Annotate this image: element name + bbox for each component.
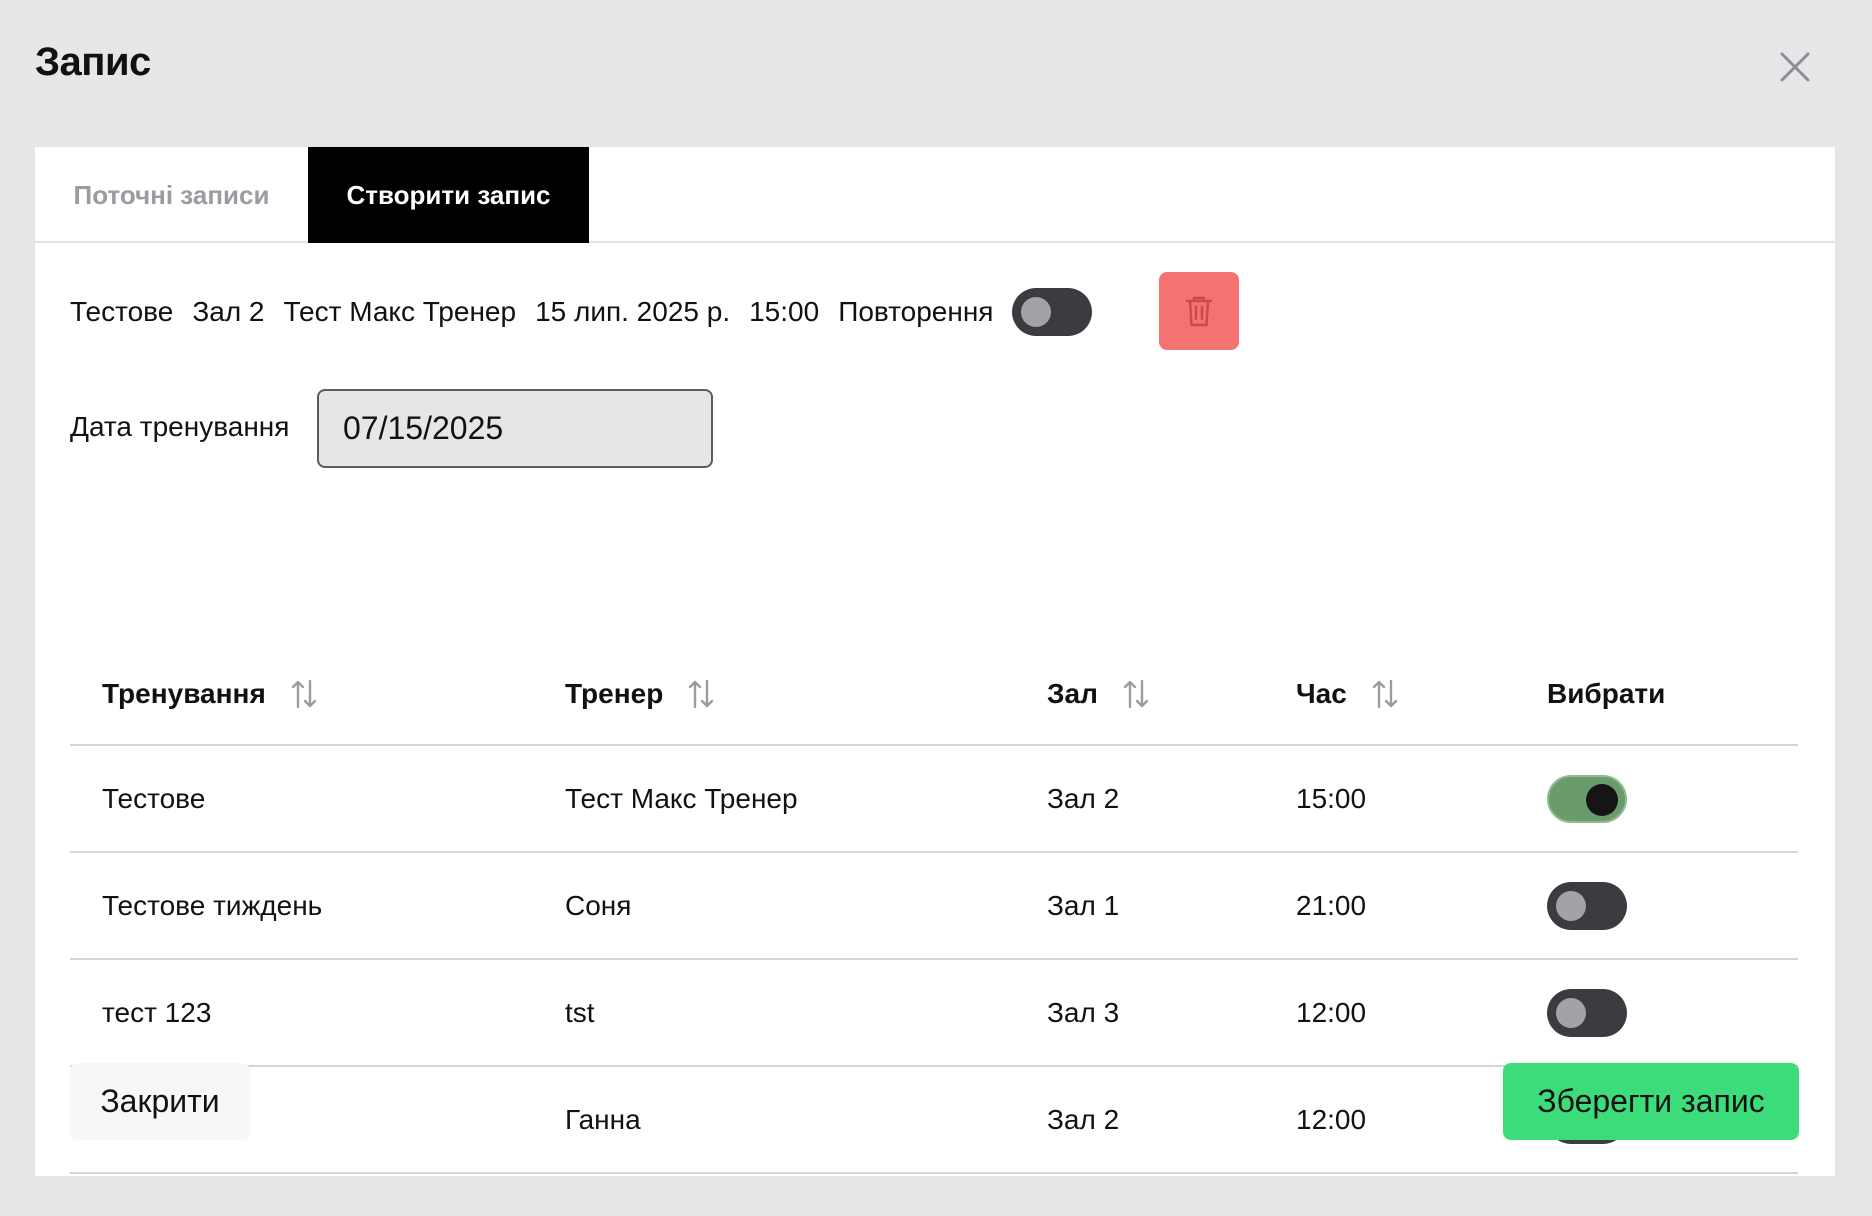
table-row: тест 123 tst Зал 3 12:00 — [70, 959, 1798, 1067]
cell-coach: Ганна — [533, 1066, 1015, 1174]
sort-arrows-icon[interactable] — [290, 678, 318, 710]
toggle-knob — [1586, 783, 1618, 816]
cell-coach: tst — [533, 959, 1015, 1067]
cell-select — [1515, 745, 1798, 853]
sort-arrows-icon[interactable] — [1122, 678, 1150, 710]
sort-arrows-icon[interactable] — [1371, 678, 1399, 710]
training-date-label: Дата тренування — [70, 411, 290, 442]
select-toggle[interactable] — [1547, 774, 1627, 823]
sort-arrows-icon[interactable] — [687, 678, 715, 710]
cell-hall: Зал 1 — [1015, 852, 1264, 960]
cell-hall: Зал 2 — [1015, 745, 1264, 853]
repeat-toggle[interactable] — [1012, 288, 1093, 336]
header-select: Вибрати — [1515, 644, 1798, 746]
cell-hall: Зал 2 — [1015, 1066, 1264, 1174]
header-coach-label: Тренер — [565, 678, 664, 709]
cell-time: 12:00 — [1264, 959, 1515, 1067]
tab-create-record[interactable]: Створити запис — [308, 147, 589, 243]
modal-panel: Поточні записи Створити запис Тестове За… — [35, 147, 1835, 1176]
summary-coach: Тест Макс Тренер — [283, 296, 517, 327]
header-training[interactable]: Тренування — [70, 644, 533, 746]
summary-training: Тестове — [70, 296, 174, 327]
tab-current-records[interactable]: Поточні записи — [35, 147, 308, 243]
cell-training: Тестове — [70, 745, 533, 853]
cell-time: 15:00 — [1264, 745, 1515, 853]
cell-select — [1515, 959, 1798, 1067]
modal-title: Запис — [35, 40, 151, 84]
header-coach[interactable]: Тренер — [533, 644, 1015, 746]
save-record-button[interactable]: Зберегти запис — [1503, 1063, 1799, 1140]
toggle-knob — [1556, 890, 1586, 921]
cell-coach: Соня — [533, 852, 1015, 960]
trash-icon — [1185, 296, 1213, 327]
cell-coach: Тест Макс Тренер — [533, 745, 1015, 853]
close-icon[interactable] — [1776, 48, 1814, 86]
table-row: Тестове тиждень Соня Зал 1 21:00 — [70, 852, 1798, 960]
header-time-label: Час — [1296, 678, 1347, 709]
summary-hall: Зал 2 — [192, 296, 265, 327]
table-row: Тестове Тест Макс Тренер Зал 2 15:00 — [70, 745, 1798, 853]
selected-session-summary: Тестове Зал 2 Тест Макс Тренер 15 лип. 2… — [70, 272, 1093, 352]
toggle-knob — [1556, 997, 1586, 1028]
cell-hall: Зал 3 — [1015, 959, 1264, 1067]
cell-training: Тестове тиждень — [70, 852, 533, 960]
close-button[interactable]: Закрити — [70, 1063, 250, 1140]
cell-time: 21:00 — [1264, 852, 1515, 960]
repeat-label: Повторення — [838, 296, 994, 327]
table-header-row: Тренування Тренер Зал Час Вибрати — [70, 644, 1798, 746]
select-toggle[interactable] — [1547, 881, 1627, 930]
record-modal: Запис Поточні записи Створити запис Тест… — [0, 0, 1872, 1216]
toggle-knob — [1021, 297, 1052, 327]
cell-training: тест 123 — [70, 959, 533, 1067]
cell-select — [1515, 852, 1798, 960]
header-training-label: Тренування — [102, 678, 266, 709]
training-date-input[interactable] — [317, 389, 713, 468]
delete-button[interactable] — [1159, 272, 1239, 350]
select-toggle[interactable] — [1547, 988, 1627, 1037]
summary-time: 15:00 — [749, 296, 820, 327]
tab-bar: Поточні записи Створити запис — [35, 147, 1835, 243]
cell-time: 12:00 — [1264, 1066, 1515, 1174]
summary-date: 15 лип. 2025 р. — [535, 296, 731, 327]
header-hall-label: Зал — [1047, 678, 1098, 709]
header-time[interactable]: Час — [1264, 644, 1515, 746]
header-hall[interactable]: Зал — [1015, 644, 1264, 746]
